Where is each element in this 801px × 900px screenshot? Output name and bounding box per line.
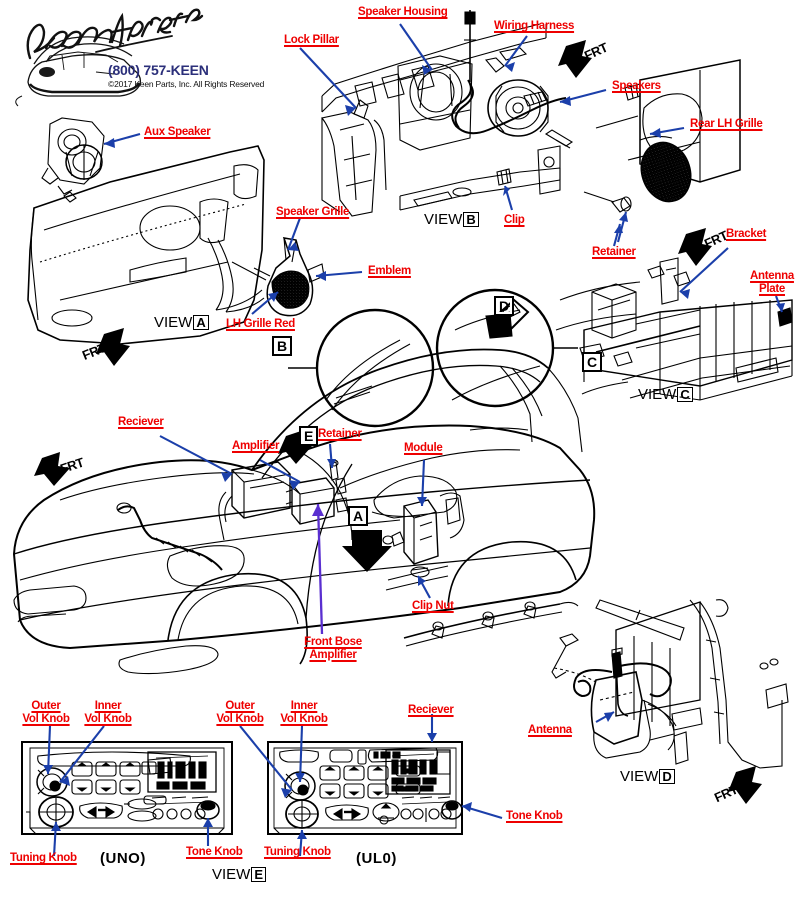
- label-speaker-housing: Speaker Housing: [358, 6, 448, 18]
- frt-label-top: FRT: [581, 39, 610, 64]
- view-letter-c: C: [677, 387, 693, 402]
- frt-label-viewa: FRT: [80, 340, 108, 363]
- label-inner-vol-uno-line2: Vol Knob: [84, 712, 132, 725]
- copyright-text: ©2017 Keen Parts, Inc. All Rights Reserv…: [108, 79, 265, 89]
- label-emblem: Emblem: [368, 265, 411, 277]
- label-tone-knob-ul0: Tone Knob: [506, 810, 563, 822]
- label-retainer-viewb: Retainer: [592, 246, 636, 258]
- label-outer-vol-ul0-line2: Vol Knob: [216, 712, 264, 725]
- frt-marker-car: FRT: [36, 452, 90, 486]
- label-inner-vol-uno-line1: Inner: [94, 700, 122, 712]
- view-word-e: VIEW: [212, 866, 251, 883]
- view-letter-a: A: [193, 315, 209, 330]
- label-reciever-radio: Reciever: [408, 704, 454, 716]
- view-letter-d: D: [659, 769, 675, 784]
- label-front-bose-line2: Amplifier: [309, 648, 357, 661]
- label-inner-vol-ul0-line1: Inner: [290, 700, 318, 712]
- label-front-bose-line1: Front Bose: [304, 636, 362, 648]
- label-antenna-plate-line1: Antenna: [750, 270, 794, 282]
- label-aux-speaker: Aux Speaker: [144, 126, 211, 138]
- label-outer-vol-uno-line2: Vol Knob: [22, 712, 70, 725]
- label-rear-lh-grille: Rear LH Grille: [690, 118, 763, 130]
- label-lh-grille-red: LH Grille Red: [226, 318, 295, 330]
- callout-box-c: C: [582, 352, 603, 372]
- label-antenna: Antenna: [528, 724, 572, 736]
- radio-ul0: [267, 741, 463, 835]
- label-module: Module: [404, 442, 443, 454]
- frt-label-viewd: FRT: [711, 781, 740, 806]
- label-speaker-grille: Speaker Grille: [276, 206, 350, 218]
- radio-code-ul0: (UL0): [356, 850, 397, 867]
- callout-arrows: [43, 23, 785, 857]
- label-amplifier: Amplifier: [232, 440, 280, 452]
- diagram-line-art: [12, 8, 793, 857]
- label-tone-knob-uno: Tone Knob: [186, 846, 243, 858]
- frt-label-car: FRT: [58, 454, 86, 477]
- label-tuning-knob-uno: Tuning Knob: [10, 852, 77, 864]
- callout-box-b: B: [272, 336, 293, 356]
- label-outer-vol-ul0-line1: Outer: [225, 700, 255, 712]
- parts-diagram-page: (800) 757-KEEN ©2017 Keen Parts, Inc. Al…: [0, 0, 801, 900]
- frt-marker-viewa: FRT: [78, 330, 132, 364]
- label-tuning-knob-ul0: Tuning Knob: [264, 846, 331, 858]
- door-panel-assembly: [27, 117, 325, 345]
- view-marker-d: VIEW D: [620, 768, 675, 785]
- view-letter-b: B: [463, 212, 479, 227]
- label-antenna-plate: Antenna Plate: [744, 270, 800, 295]
- callout-box-e-car: E: [299, 426, 319, 446]
- label-outer-vol-knob-ul0: Outer Vol Knob: [208, 700, 272, 725]
- label-outer-vol-uno-line1: Outer: [31, 700, 61, 712]
- label-antenna-plate-line2: Plate: [759, 282, 785, 295]
- view-marker-a: VIEW A: [154, 314, 209, 331]
- label-clip: Clip: [504, 214, 525, 226]
- frt-marker-viewc: FRT: [686, 228, 740, 262]
- view-marker-c: VIEW C: [638, 386, 693, 403]
- view-word-c: VIEW: [638, 386, 677, 403]
- label-wiring-harness: Wiring Harness: [494, 20, 575, 32]
- frt-label-viewc: FRT: [701, 227, 730, 252]
- label-inner-vol-ul0-line2: Vol Knob: [280, 712, 328, 725]
- phone-number: (800) 757-KEEN: [108, 62, 209, 78]
- frt-marker-top: FRT: [566, 40, 620, 74]
- view-letter-e: E: [251, 867, 267, 882]
- callout-box-a-car: A: [348, 506, 369, 526]
- view-d-antenna: [551, 599, 789, 769]
- radio-code-uno: (UNO): [100, 850, 146, 867]
- label-retainer-car: Retainer: [318, 428, 362, 440]
- label-reciever-car: Reciever: [118, 416, 164, 428]
- label-speakers: Speakers: [612, 80, 661, 92]
- callout-box-d-car: D: [494, 296, 515, 316]
- view-word-a: VIEW: [154, 314, 193, 331]
- view-marker-e: VIEW E: [212, 866, 267, 883]
- keen-parts-wordmark: [26, 8, 204, 60]
- radio-uno: [21, 741, 233, 835]
- label-front-bose-amplifier: Front Bose Amplifier: [296, 636, 370, 661]
- label-inner-vol-knob-ul0: Inner Vol Knob: [272, 700, 336, 725]
- label-inner-vol-knob-uno: Inner Vol Knob: [76, 700, 140, 725]
- view-word-b: VIEW: [424, 211, 463, 228]
- view-marker-b: VIEW B: [424, 211, 479, 228]
- label-outer-vol-knob-uno: Outer Vol Knob: [14, 700, 78, 725]
- label-lock-pillar: Lock Pillar: [284, 34, 339, 46]
- label-clip-nut: Clip Nut: [412, 600, 454, 612]
- view-word-d: VIEW: [620, 768, 659, 785]
- frt-marker-viewd: FRT: [710, 770, 764, 806]
